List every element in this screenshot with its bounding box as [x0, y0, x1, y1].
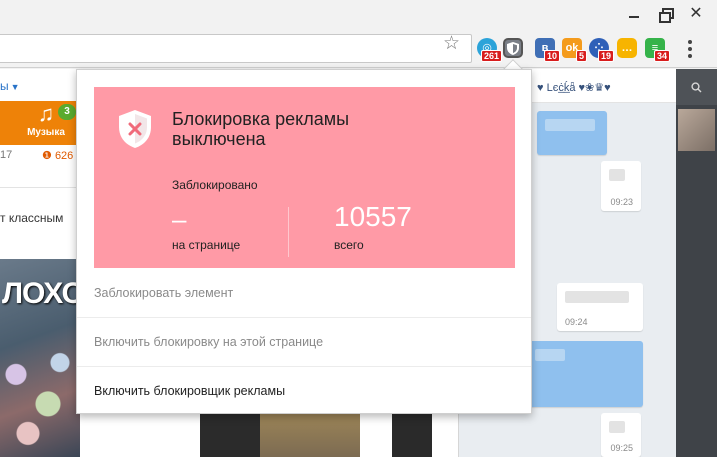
message-text-redacted [545, 119, 595, 131]
extension-1-button[interactable]: ◎ 261 [477, 38, 502, 62]
nav-dropdown-link[interactable]: ы ▼ [0, 79, 20, 93]
extension-7-button[interactable]: ≡ 34 [645, 38, 670, 62]
search-button[interactable] [676, 69, 717, 105]
status-panel: Блокировка рекламы выключена Заблокирова… [94, 87, 515, 268]
message-text-redacted [609, 169, 625, 181]
nav-link-label: ы [0, 79, 9, 93]
total-blocked-count: 10557 [334, 201, 412, 232]
bookmark-star-icon[interactable]: ☆ [443, 34, 460, 53]
extension-badge: 34 [653, 50, 670, 62]
vk-extension-button[interactable]: в 10 [535, 38, 560, 62]
avatar[interactable] [678, 109, 715, 151]
extension-6-button[interactable]: … [617, 38, 637, 58]
extension-badge: 261 [480, 50, 502, 62]
enable-on-page-menu-item[interactable]: Включить блокировку на этой странице [77, 317, 531, 366]
page-count-label: на странице [172, 238, 241, 252]
chat-icon: … [621, 41, 633, 54]
address-bar[interactable] [0, 34, 472, 63]
search-icon [691, 81, 702, 92]
music-tile[interactable]: ♫ Музыка 3 [14, 101, 78, 145]
feed-post-text: т классным [0, 211, 64, 225]
extension-badge: 5 [575, 50, 587, 62]
close-window-button[interactable]: ✕ [686, 4, 706, 24]
adblock-extension-button[interactable] [503, 38, 523, 58]
stat-value: 626 [54, 150, 74, 162]
chat-message-outgoing [527, 341, 643, 407]
browser-menu-button[interactable] [684, 40, 696, 58]
chat-contact-name[interactable]: ♥ Lєċ̲ḱ̲ǟ ♥❀♛♥ [537, 81, 611, 94]
blocked-label: Заблокировано [172, 178, 258, 192]
chat-message-incoming: 09:24 [557, 283, 643, 331]
photo-caption: ЛОХО [2, 277, 80, 310]
extension-5-button[interactable]: ⁘ 19 [589, 38, 614, 62]
adblock-popup: Блокировка рекламы выключена Заблокирова… [76, 69, 532, 414]
stat-count-orange: ❶ 626 [42, 149, 73, 162]
page-blocked-count: – [172, 204, 187, 234]
menu-dot-icon [688, 54, 692, 58]
caret-down-icon: ▼ [10, 82, 20, 92]
enable-adblock-menu-item[interactable]: Включить блокировщик рекламы [77, 366, 531, 415]
music-label: Музыка [27, 127, 65, 138]
chat-message-incoming: 09:23 [601, 161, 641, 211]
total-count-label: всего [334, 238, 364, 252]
ok-extension-button[interactable]: ok 5 [562, 38, 587, 62]
browser-toolbar: ☆ ◎ 261 в 10 ok 5 ⁘ 19 … ≡ 34 [0, 30, 717, 68]
chat-message-incoming: 09:25 [601, 413, 641, 457]
divider [0, 187, 78, 188]
photo-content [0, 339, 80, 457]
minimize-icon [629, 16, 639, 18]
shield-disabled-icon [119, 110, 151, 148]
restore-icon [659, 8, 674, 23]
minimize-button[interactable] [624, 4, 644, 24]
stat-count: 17 [0, 149, 13, 161]
extension-badge: 10 [543, 50, 560, 62]
menu-dot-icon [688, 40, 692, 44]
message-time: 09:24 [565, 317, 588, 327]
count-divider [288, 207, 289, 257]
media-strip [392, 409, 432, 457]
block-element-menu-item[interactable]: Заблокировать элемент [77, 269, 531, 318]
right-sidebar [676, 69, 717, 457]
music-badge: 3 [58, 104, 76, 120]
feed-photo[interactable]: ЛОХО [0, 259, 80, 457]
message-time: 09:23 [610, 197, 633, 207]
shield-icon [507, 41, 519, 55]
window-titlebar: ✕ [0, 0, 717, 30]
message-time: 09:25 [610, 443, 633, 453]
status-title: Блокировка рекламы выключена [172, 109, 350, 149]
message-text-redacted [609, 421, 625, 433]
coin-icon: ❶ [42, 150, 52, 162]
extension-badge: 19 [597, 50, 614, 62]
chat-message-outgoing [537, 111, 607, 155]
restore-button[interactable] [655, 4, 675, 24]
menu-dot-icon [688, 47, 692, 51]
message-text-redacted [535, 349, 565, 361]
close-icon: ✕ [689, 5, 703, 22]
message-text-redacted [565, 291, 629, 303]
